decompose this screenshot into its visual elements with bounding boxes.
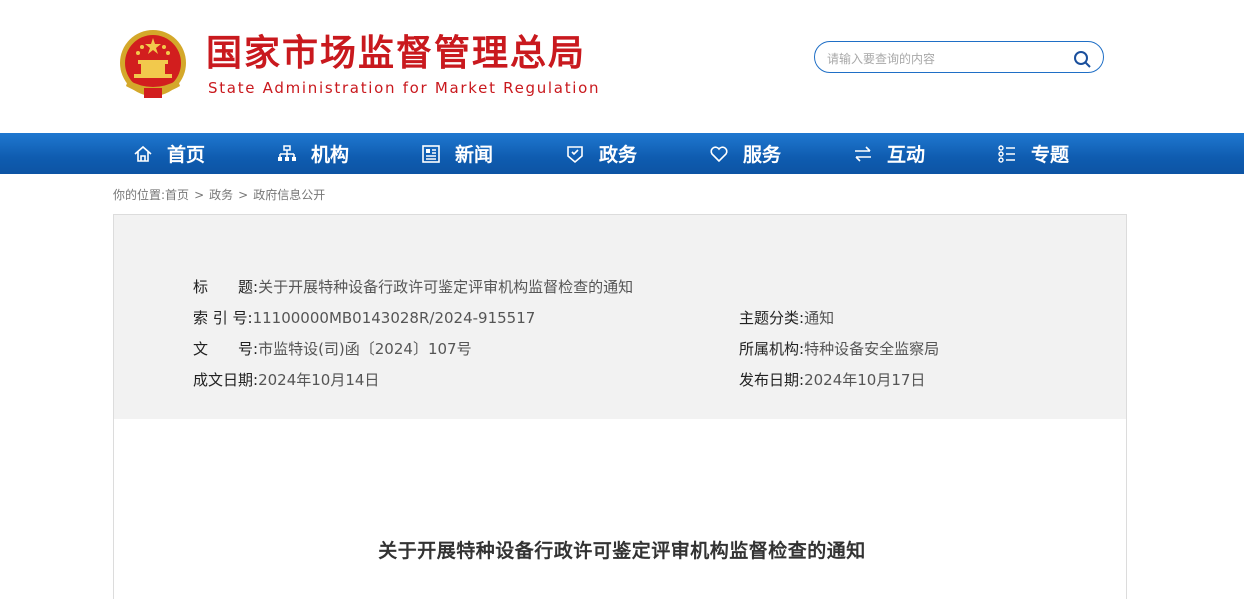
nav-label: 政务 <box>599 144 638 166</box>
heart-icon <box>710 145 728 162</box>
meta-index-label: 索 引 号: <box>193 309 253 327</box>
meta-category-value: 通知 <box>804 309 835 327</box>
search-icon[interactable] <box>1073 50 1091 68</box>
search-input[interactable] <box>825 48 1069 70</box>
meta-pubdate-row: 发布日期:2024年10月17日 <box>739 370 925 390</box>
nav-item-topics[interactable]: 专题 <box>997 133 1069 174</box>
document-meta-panel: 标 题:关于开展特种设备行政许可鉴定评审机构监督检查的通知 索 引 号:1110… <box>113 214 1127 420</box>
meta-date-label: 成文日期: <box>193 371 259 389</box>
nav-label: 首页 <box>167 144 206 166</box>
meta-category-label: 主题分类: <box>739 309 805 327</box>
org-chart-icon <box>278 144 296 161</box>
exchange-arrows-icon <box>855 145 871 162</box>
breadcrumb-item-affairs[interactable]: 政务 <box>209 188 233 202</box>
nav-item-news[interactable]: 新闻 <box>421 133 493 174</box>
search-box <box>814 41 1104 73</box>
meta-title-row: 标 题:关于开展特种设备行政许可鉴定评审机构监督检查的通知 <box>193 277 633 297</box>
nav-item-home[interactable]: 首页 <box>133 133 205 174</box>
meta-index-value: 11100000MB0143028R/2024-915517 <box>252 309 536 327</box>
meta-date-row: 成文日期:2024年10月14日 <box>193 370 379 390</box>
meta-docno-label: 文 号: <box>193 340 259 358</box>
nav-label: 服务 <box>743 144 782 166</box>
meta-title-value: 关于开展特种设备行政许可鉴定评审机构监督检查的通知 <box>258 278 634 296</box>
nav-item-interaction[interactable]: 互动 <box>853 133 925 174</box>
breadcrumb: 你的位置:首页 > 政务 > 政府信息公开 <box>113 187 325 203</box>
nav-label: 专题 <box>1031 144 1070 166</box>
document-title: 关于开展特种设备行政许可鉴定评审机构监督检查的通知 <box>378 540 866 562</box>
meta-pubdate-label: 发布日期: <box>739 371 805 389</box>
site-title[interactable]: 国家市场监督管理总局 <box>206 32 586 76</box>
nav-label: 新闻 <box>455 144 494 166</box>
nav-item-government-affairs[interactable]: 政务 <box>565 133 637 174</box>
breadcrumb-item-home[interactable]: 首页 <box>165 188 189 202</box>
breadcrumb-prefix: 你的位置: <box>113 188 166 202</box>
breadcrumb-item-info-disclosure[interactable]: 政府信息公开 <box>253 188 325 202</box>
government-badge-icon <box>567 145 583 163</box>
nav-label: 互动 <box>887 144 926 166</box>
site-subtitle: State Administration for Market Regulati… <box>208 79 601 97</box>
national-emblem-icon[interactable] <box>118 28 188 102</box>
meta-index-row: 索 引 号:11100000MB0143028R/2024-915517 <box>193 308 535 328</box>
nav-item-services[interactable]: 服务 <box>709 133 781 174</box>
main-nav: 首页 机构 新闻 政务 服务 互动 专题 <box>0 133 1244 174</box>
topics-list-icon <box>998 144 1015 163</box>
newspaper-icon <box>422 144 440 163</box>
meta-org-value: 特种设备安全监察局 <box>804 340 940 358</box>
meta-pubdate-value: 2024年10月17日 <box>804 371 926 389</box>
breadcrumb-separator: > <box>238 188 249 202</box>
nav-item-organization[interactable]: 机构 <box>277 133 349 174</box>
home-icon <box>134 145 152 162</box>
nav-label: 机构 <box>311 144 350 166</box>
breadcrumb-separator: > <box>194 188 205 202</box>
meta-category-row: 主题分类:通知 <box>739 308 834 328</box>
document-content <box>113 419 1127 599</box>
meta-title-label: 标 题: <box>193 278 259 296</box>
meta-date-value: 2024年10月14日 <box>258 371 380 389</box>
meta-docno-value: 市监特设(司)函〔2024〕107号 <box>258 340 472 358</box>
meta-org-label: 所属机构: <box>739 340 805 358</box>
site-header: 国家市场监督管理总局 State Administration for Mark… <box>0 0 1244 133</box>
meta-org-row: 所属机构:特种设备安全监察局 <box>739 339 939 359</box>
meta-docno-row: 文 号:市监特设(司)函〔2024〕107号 <box>193 339 472 359</box>
